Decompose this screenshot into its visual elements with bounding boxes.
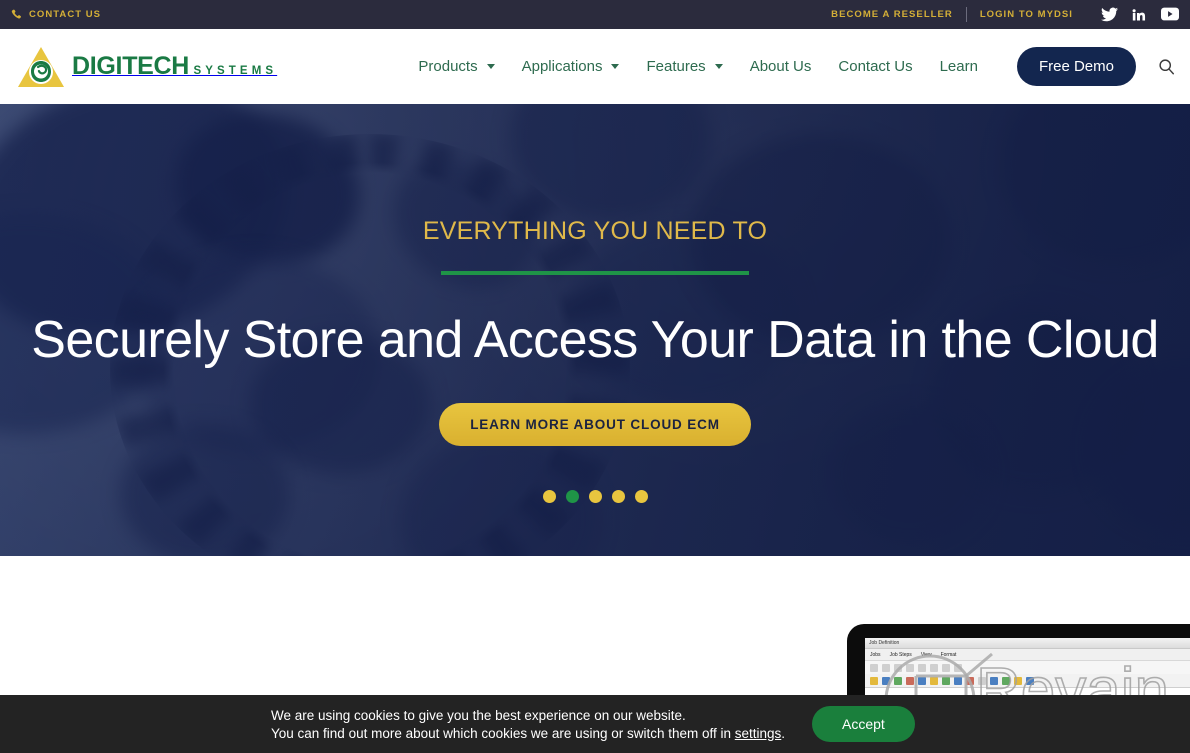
- topbar-right-group: BECOME A RESELLER LOGIN TO MYDSI: [831, 7, 1190, 22]
- nav-label-learn: Learn: [939, 58, 978, 75]
- app-menubar: Jobs Job Steps View Format: [865, 649, 1190, 661]
- nav-label-contact-us: Contact Us: [838, 58, 913, 75]
- page-root: CONTACT US BECOME A RESELLER LOGIN TO MY…: [0, 0, 1190, 753]
- become-a-reseller-link[interactable]: BECOME A RESELLER: [831, 9, 953, 20]
- site-header: DIGITECH SYSTEMS Products Applications F…: [0, 29, 1190, 104]
- chevron-down-icon: [611, 64, 620, 69]
- nav-label-about-us: About Us: [749, 58, 812, 75]
- logo-text: DIGITECH SYSTEMS: [72, 54, 277, 79]
- chevron-down-icon: [714, 64, 723, 69]
- topbar-divider: [965, 7, 967, 22]
- carousel-dots: [542, 490, 648, 503]
- hero-content: EVERYTHING YOU NEED TO Securely Store an…: [0, 104, 1190, 556]
- app-toolbar-row-1: [865, 661, 1190, 674]
- app-titlebar: Job Definition: [865, 638, 1190, 649]
- app-menu-job-steps: Job Steps: [889, 651, 912, 658]
- app-title: Job Definition: [869, 640, 900, 646]
- nav-item-about-us[interactable]: About Us: [750, 58, 812, 75]
- search-icon[interactable]: [1156, 57, 1176, 77]
- twitter-icon[interactable]: [1101, 7, 1118, 22]
- app-menu-format: Format: [940, 651, 957, 658]
- main-navigation: Products Applications Features About Us …: [418, 47, 1190, 86]
- top-utility-bar: CONTACT US BECOME A RESELLER LOGIN TO MY…: [0, 0, 1190, 29]
- social-links: [1101, 7, 1179, 22]
- nav-item-learn[interactable]: Learn: [940, 58, 978, 75]
- linkedin-icon[interactable]: [1131, 7, 1148, 22]
- learn-more-about-cloud-ecm-button[interactable]: LEARN MORE ABOUT CLOUD ECM: [439, 403, 751, 446]
- free-demo-button[interactable]: Free Demo: [1016, 47, 1136, 86]
- phone-icon: [11, 9, 22, 20]
- contact-us-link[interactable]: CONTACT US: [29, 9, 101, 20]
- youtube-icon[interactable]: [1161, 7, 1179, 22]
- logo-mark-icon: [16, 45, 66, 89]
- nav-label-features: Features: [646, 58, 706, 75]
- logo-title: DIGITECH: [72, 52, 190, 80]
- cookie-message: We are using cookies to give you the bes…: [271, 707, 831, 742]
- topbar-left-group: CONTACT US: [0, 9, 101, 20]
- hero-eyebrow: EVERYTHING YOU NEED TO: [422, 217, 768, 245]
- cookie-line-2-pre: You can find out more about which cookie…: [271, 725, 735, 741]
- cookie-settings-link[interactable]: settings: [735, 726, 782, 741]
- nav-item-contact-us[interactable]: Contact Us: [838, 58, 912, 75]
- hero-title: Securely Store and Access Your Data in t…: [31, 311, 1159, 369]
- nav-label-applications: Applications: [521, 58, 603, 75]
- app-menu-jobs: Jobs: [870, 651, 881, 658]
- carousel-dot-5[interactable]: [634, 490, 648, 503]
- hero-banner: EVERYTHING YOU NEED TO Securely Store an…: [0, 104, 1190, 556]
- cookie-line-2-post: .: [781, 725, 786, 741]
- cookie-line-1: We are using cookies to give you the bes…: [271, 708, 686, 723]
- nav-item-applications[interactable]: Applications: [522, 58, 620, 75]
- carousel-dot-2[interactable]: [565, 490, 579, 503]
- carousel-dot-1[interactable]: [542, 490, 556, 503]
- hero-divider-rule: [441, 271, 749, 275]
- carousel-dot-3[interactable]: [588, 490, 602, 503]
- nav-item-features[interactable]: Features: [646, 58, 723, 75]
- nav-label-products: Products: [418, 58, 478, 75]
- logo[interactable]: DIGITECH SYSTEMS: [0, 45, 277, 89]
- logo-subtitle: SYSTEMS: [193, 65, 278, 77]
- app-toolbar-row-2: [865, 674, 1190, 688]
- accept-cookies-button[interactable]: Accept: [812, 706, 915, 742]
- app-menu-view: View: [920, 651, 932, 658]
- login-to-mydsi-link[interactable]: LOGIN TO MYDSI: [980, 9, 1073, 20]
- chevron-down-icon: [486, 64, 495, 69]
- carousel-dot-4[interactable]: [611, 490, 625, 503]
- nav-item-products[interactable]: Products: [418, 58, 495, 75]
